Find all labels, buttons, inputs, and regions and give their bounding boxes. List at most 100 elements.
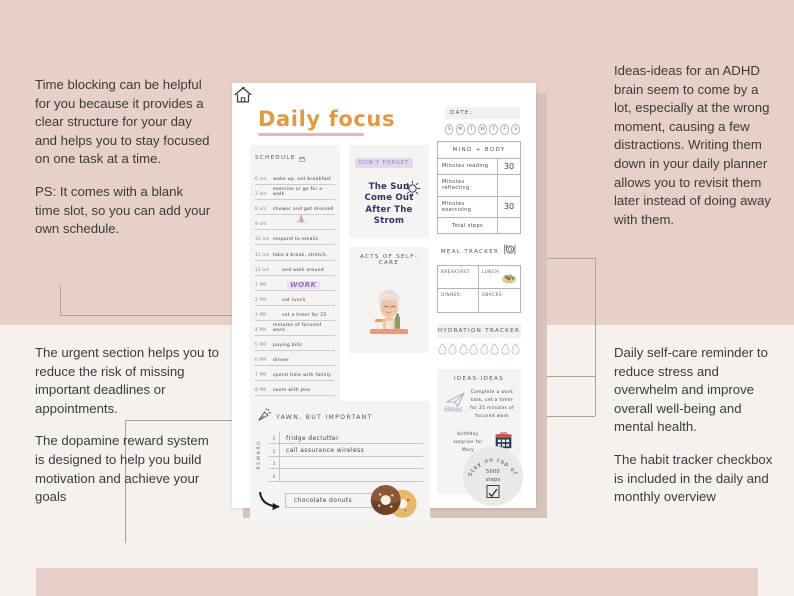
dont-forget-tag: DON'T FORGET xyxy=(355,158,413,168)
schedule-time: 10 am xyxy=(255,237,270,243)
annotation-text: The urgent section helps you to reduce t… xyxy=(35,345,220,416)
schedule-row[interactable]: 1 PM WORK xyxy=(255,276,335,291)
schedule-row[interactable]: 2 PM eat lunch xyxy=(255,291,335,306)
schedule-task: wake up, eat breakfast xyxy=(273,177,332,183)
annotation-text: PS: It comes with a blank time slot, so … xyxy=(35,183,211,237)
page-title: Daily focus xyxy=(258,107,396,131)
annotation-text: The dopamine reward system is designed t… xyxy=(35,433,209,505)
quote-line: After The xyxy=(365,204,413,215)
schedule-time: 4 PM xyxy=(255,328,267,334)
water-drop-icon[interactable] xyxy=(438,342,447,360)
schedule-task: exercise or go for a walk xyxy=(273,187,323,198)
sun-icon xyxy=(404,180,421,201)
mind-body-label: Minutes exercising xyxy=(438,196,498,218)
date-block: DATE: S M T W T F S xyxy=(445,107,520,136)
urgent-task-row[interactable]: 4 xyxy=(269,469,423,482)
right-column: MIND + BODY Minutes reading 30 Minutes r… xyxy=(437,141,523,507)
meal-cell-label: LUNCH: xyxy=(482,269,501,275)
meal-cell-breakfast[interactable]: BREAKFAST: xyxy=(438,266,479,290)
meal-cell-dinner[interactable]: DINNER: xyxy=(438,289,479,313)
annotation-text: Ideas-ideas for an ADHD brain seem to co… xyxy=(614,63,771,227)
mind-body-heading: MIND + BODY xyxy=(438,142,520,159)
schedule-rows: 6 am wake up, eat breakfast 7 am exercise o… xyxy=(250,170,340,431)
weekday-circle[interactable]: T xyxy=(489,124,498,136)
water-drop-icon[interactable] xyxy=(469,342,478,360)
water-drop-icon[interactable] xyxy=(459,342,468,360)
urgent-task-row[interactable]: 1 fridge declutter xyxy=(269,432,423,445)
schedule-row[interactable]: 7 am exercise or go for a walk xyxy=(255,185,335,201)
schedule-task: zoom with Jess xyxy=(273,388,311,394)
weekday-circle[interactable]: F xyxy=(500,124,509,136)
schedule-task: take a break, stretch, xyxy=(273,252,328,258)
reward-side-label: REWARD xyxy=(257,439,262,470)
water-drop-icon[interactable] xyxy=(448,342,457,360)
schedule-task: respond to emails xyxy=(273,237,319,243)
svg-text:ideas: ideas xyxy=(444,406,463,414)
meal-tracker-heading: MEAL TRACKER xyxy=(440,249,500,256)
meal-tracker-header: MEAL TRACKER xyxy=(437,243,521,261)
salad-bowl-sticker xyxy=(500,271,518,286)
mind-body-value[interactable] xyxy=(498,175,520,196)
urgent-task-number: 4 xyxy=(269,469,280,481)
mind-body-label: Minutes reflecting xyxy=(438,174,498,196)
urgent-task-row[interactable]: 2 call assurance wireless xyxy=(269,444,423,457)
schedule-time: 6 am xyxy=(255,177,267,183)
urgent-header: YAWN, BUT IMPORTANT xyxy=(257,407,423,427)
water-drop-icon[interactable] xyxy=(501,342,510,360)
schedule-task: and walk around xyxy=(282,267,324,273)
meal-cell-lunch[interactable]: LUNCH: xyxy=(479,266,520,290)
meal-cell-label: DINNER: xyxy=(441,292,463,298)
schedule-time: 1 PM xyxy=(255,282,267,288)
schedule-task: eat lunch xyxy=(282,297,306,303)
mind-body-value[interactable] xyxy=(498,218,520,233)
mind-body-label: Minutes reading xyxy=(438,159,498,174)
schedule-row[interactable]: 6 PM dinner xyxy=(255,351,335,367)
middle-column: DON'T FORGET The Sun Come Out After The … xyxy=(349,145,429,353)
schedule-row[interactable]: 7 PM spend time with family xyxy=(255,366,335,382)
work-sticker: WORK xyxy=(287,280,320,289)
schedule-row[interactable]: 4 PM minutes of focused work xyxy=(255,321,335,337)
water-drop-icon[interactable] xyxy=(490,342,499,360)
habit-goal-value: 5000 xyxy=(486,469,500,476)
urgent-task-text xyxy=(280,467,423,469)
schedule-row[interactable]: 5 PM paying bills xyxy=(255,336,335,352)
annotation-bottom-right: Daily self-care reminder to reduce stres… xyxy=(614,344,782,507)
schedule-time: 7 am xyxy=(255,192,267,198)
weekday-circle[interactable]: T xyxy=(467,124,476,136)
weekday-circle[interactable]: W xyxy=(478,124,487,136)
ideas-heading: IDEAS-IDEAS xyxy=(453,376,505,383)
dont-forget-card: DON'T FORGET The Sun Come Out After The … xyxy=(349,145,429,238)
schedule-row[interactable]: 11 am take a break, stretch, xyxy=(255,245,335,261)
schedule-row[interactable]: 12 am and walk around xyxy=(255,261,335,276)
schedule-time: 6 PM xyxy=(255,358,267,364)
weekday-circle[interactable]: M xyxy=(456,124,465,136)
urgent-body: REWARD 1 fridge declutter 2 call assurance … xyxy=(257,432,423,482)
ideas-panel: IDEAS-IDEAS ideas Complete a work task, … xyxy=(437,369,523,507)
habit-badge[interactable]: Stay on top of your habit 5000 steps xyxy=(461,442,523,507)
urgent-rows: 1 fridge declutter 2 call assurance wireles… xyxy=(269,432,423,482)
weekday-circle[interactable]: S xyxy=(511,124,520,136)
daily-focus-planner-page: Daily focus DATE: S M T W T F S SCHEDULE xyxy=(232,83,536,524)
schedule-task: spend time with family xyxy=(273,373,332,379)
checked-checkbox-icon[interactable] xyxy=(486,485,500,499)
table-row: Minutes reflecting xyxy=(438,174,520,197)
water-drop-icon[interactable] xyxy=(511,342,520,360)
water-drop-icon[interactable] xyxy=(480,342,489,360)
meal-cell-snacks[interactable]: SNACKS: xyxy=(479,289,520,312)
urgent-task-row[interactable]: 3 xyxy=(269,456,423,470)
mind-body-value[interactable]: 30 xyxy=(498,159,520,174)
calendar-icon xyxy=(298,149,305,167)
schedule-row[interactable]: 10 am respond to emails xyxy=(255,230,335,246)
schedule-row[interactable]: 3 PM set a timer for 25 xyxy=(255,306,335,321)
mind-body-value[interactable]: 30 xyxy=(498,197,520,218)
meal-cell-label: SNACKS: xyxy=(482,292,504,298)
schedule-time: 5 PM xyxy=(255,343,267,349)
weekday-circle[interactable]: S xyxy=(445,124,454,136)
schedule-row[interactable]: 8 PM zoom with Jess xyxy=(255,381,335,397)
schedule-row[interactable]: 9 am xyxy=(255,214,335,231)
connector-top-left xyxy=(60,285,236,316)
annotation-text: Daily self-care reminder to reduce stres… xyxy=(614,345,768,435)
schedule-row[interactable]: 6 am wake up, eat breakfast xyxy=(255,170,335,186)
ideas-paper-plane-doodle: ideas xyxy=(443,389,469,420)
home-icon[interactable] xyxy=(232,84,254,106)
